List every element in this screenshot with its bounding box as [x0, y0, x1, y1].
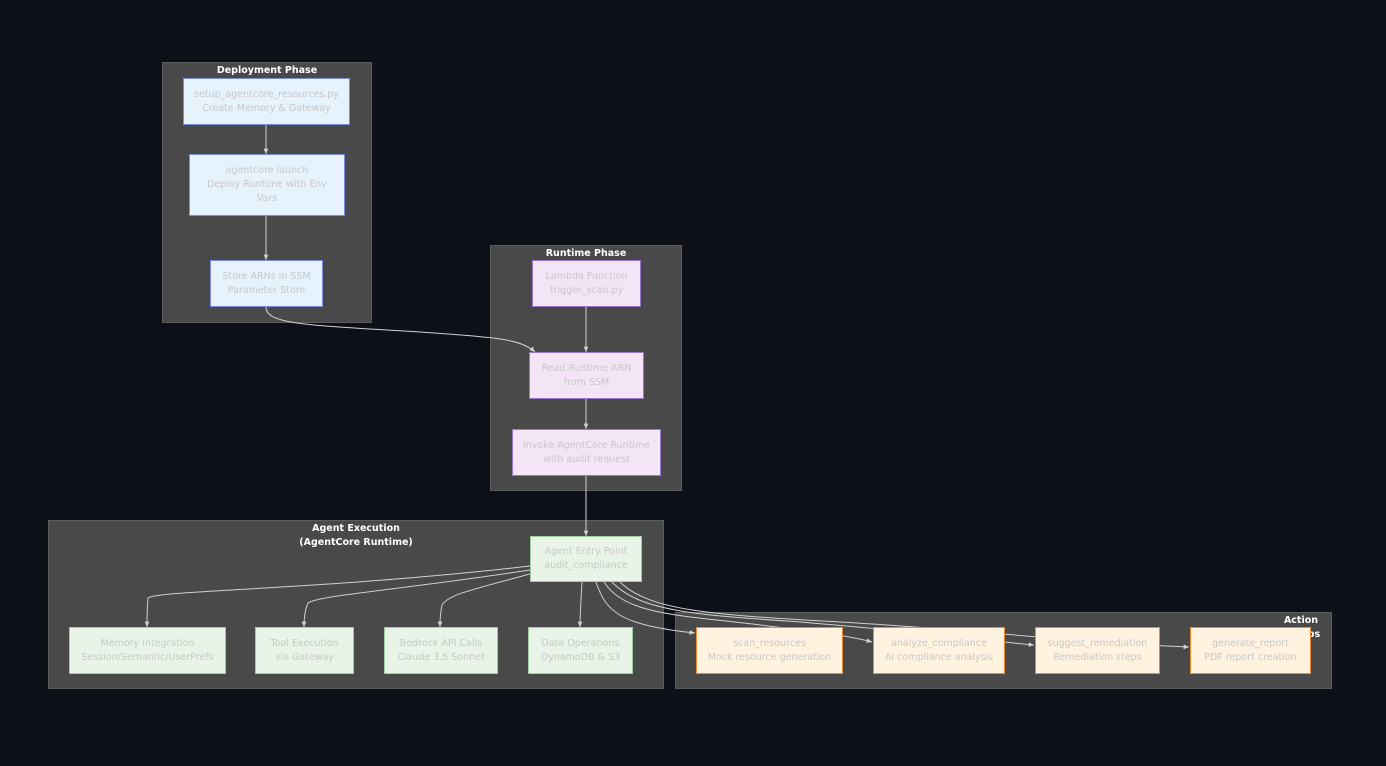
node-label: audit_compliance	[544, 560, 628, 571]
node-label: Mock resource generation	[707, 651, 832, 663]
node-label: with audit request	[543, 453, 630, 465]
node-label: Read Runtime ARN	[541, 362, 632, 374]
node-label: suggest_remediation	[1047, 637, 1148, 649]
node-label: Agent Entry Point	[544, 546, 628, 557]
node-label: Store ARNs in SSM	[222, 270, 311, 282]
node-label: Lambda Function	[545, 270, 628, 282]
node-label: analyze_compliance	[890, 637, 987, 649]
node-agent-entry-point[interactable]: Agent Entry Point audit_compliance	[530, 536, 642, 582]
node-label: trigger_scan.py	[549, 284, 624, 296]
node-label: Create Memory & Gateway	[202, 102, 331, 114]
subgraph-title: Agent Execution	[312, 523, 400, 534]
node-label: Parameter Store	[227, 284, 306, 296]
node-label: generate_report	[1212, 637, 1289, 649]
node-label: Deploy Runtime with Env	[207, 179, 327, 190]
node-label: Memory Integration	[100, 637, 195, 649]
node-label: Session/Semantic/UserPrefs	[81, 651, 214, 663]
node-invoke-runtime[interactable]: Invoke AgentCore Runtime with audit reque…	[512, 429, 661, 476]
node-label: Invoke AgentCore Runtime	[522, 439, 651, 451]
node-label: setup_agentcore_resources.py	[194, 88, 339, 100]
node-read-runtime-arn[interactable]: Read Runtime ARN from SSM	[529, 352, 644, 399]
node-label: Tool Execution	[270, 637, 339, 649]
node-label: PDF report creation	[1204, 651, 1297, 663]
node-label: DynamoDB & S3	[540, 651, 621, 663]
node-label: Claude 3.5 Sonnet	[397, 651, 485, 663]
node-data-operations[interactable]: Data Operations DynamoDB & S3	[528, 627, 633, 674]
node-suggest-remediation[interactable]: suggest_remediation Remediation steps	[1035, 627, 1160, 674]
node-lambda-function[interactable]: Lambda Function trigger_scan.py	[532, 260, 641, 307]
node-setup-resources[interactable]: setup_agentcore_resources.py Create Memor…	[183, 78, 350, 125]
node-label: Remediation steps	[1053, 651, 1142, 663]
node-label: AI compliance analysis	[884, 651, 994, 663]
node-analyze-compliance[interactable]: analyze_compliance AI compliance analysis	[873, 627, 1005, 674]
subgraph-title: Deployment Phase	[216, 65, 318, 76]
node-label: scan_resources	[733, 637, 806, 649]
node-label: Vars	[256, 193, 278, 204]
node-scan-resources[interactable]: scan_resources Mock resource generation	[696, 627, 843, 674]
node-label: Bedrock API Calls	[399, 637, 483, 649]
node-bedrock-api-calls[interactable]: Bedrock API Calls Claude 3.5 Sonnet	[384, 627, 498, 674]
node-generate-report[interactable]: generate_report PDF report creation	[1190, 627, 1311, 674]
node-label: agentcore launch	[225, 165, 309, 176]
node-store-arns[interactable]: Store ARNs in SSM Parameter Store	[210, 260, 323, 307]
node-label: via Gateway	[274, 651, 335, 663]
node-label: Data Operations	[541, 637, 620, 649]
node-memory-integration[interactable]: Memory Integration Session/Semantic/UserP…	[69, 627, 226, 674]
node-agentcore-launch[interactable]: agentcore launch Deploy Runtime with Env V…	[189, 154, 345, 216]
node-tool-execution[interactable]: Tool Execution via Gateway	[255, 627, 354, 674]
subgraph-title: Runtime Phase	[545, 248, 627, 259]
node-label: from SSM	[563, 376, 610, 388]
